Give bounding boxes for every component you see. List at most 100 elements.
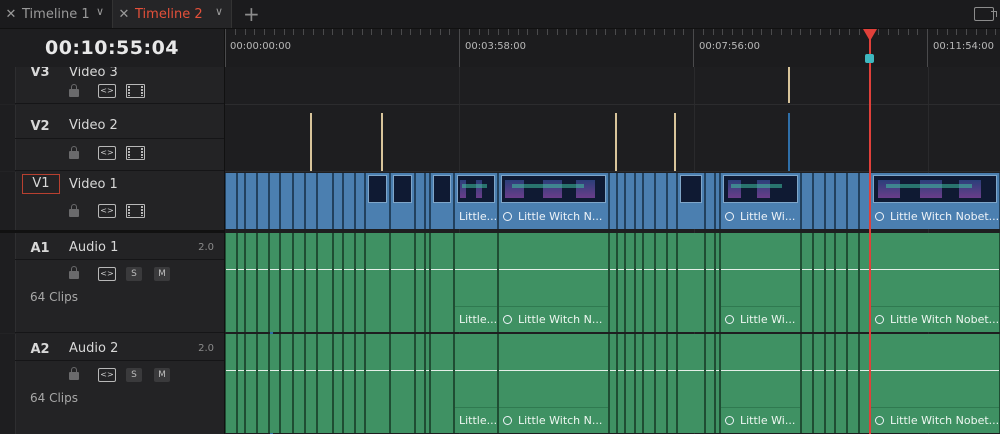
track-header-a2[interactable]: A2 Audio 2 2.0 <> S M 64 Clips — [0, 334, 224, 434]
audio-clip[interactable] — [317, 233, 333, 332]
video-clip[interactable]: Little Witch N... — [498, 173, 609, 229]
audio-clip[interactable] — [825, 334, 835, 433]
video-clip[interactable] — [355, 173, 365, 229]
video-clip[interactable] — [625, 173, 635, 229]
video-clip[interactable] — [677, 173, 705, 229]
close-icon[interactable]: ✕ — [117, 7, 131, 22]
film-icon[interactable] — [126, 146, 145, 160]
audio-clip[interactable] — [430, 334, 454, 433]
audio-clip[interactable] — [343, 334, 355, 433]
video-clip[interactable] — [635, 173, 643, 229]
audio-clip[interactable] — [801, 233, 813, 332]
audio-clip[interactable] — [365, 334, 390, 433]
audio-clip[interactable]: Little... — [454, 334, 498, 433]
video-clip[interactable] — [257, 173, 269, 229]
auto-select-icon[interactable]: <> — [98, 146, 116, 160]
audio-clip[interactable]: Little Witch Nobet... — [870, 334, 1000, 433]
track-name[interactable]: Audio 2 — [69, 341, 118, 356]
audio-clip[interactable] — [655, 233, 667, 332]
video-clip[interactable] — [237, 173, 245, 229]
audio-clip[interactable] — [847, 233, 859, 332]
audio-clip[interactable] — [355, 334, 365, 433]
auto-select-icon[interactable]: <> — [98, 204, 116, 218]
audio-clip[interactable] — [667, 233, 677, 332]
video-clip[interactable] — [801, 173, 813, 229]
audio-clip[interactable] — [617, 334, 625, 433]
tab-timeline-1[interactable]: ✕ Timeline 1 ∨ — [0, 0, 113, 28]
audio-clip[interactable] — [635, 233, 643, 332]
chevron-down-icon[interactable]: ∨ — [96, 5, 104, 18]
video-clip[interactable] — [825, 173, 835, 229]
audio-clip[interactable] — [617, 233, 625, 332]
audio-clip[interactable] — [333, 233, 343, 332]
video-clip[interactable] — [715, 173, 720, 229]
video-clip[interactable] — [245, 173, 257, 229]
audio-clip[interactable] — [343, 233, 355, 332]
audio-clip[interactable] — [225, 233, 237, 332]
video-clip[interactable]: Little Wi... — [720, 173, 801, 229]
video-clip[interactable] — [643, 173, 655, 229]
audio-clip[interactable] — [237, 233, 245, 332]
audio-clip[interactable] — [705, 233, 715, 332]
auto-select-icon[interactable]: <> — [98, 84, 116, 98]
audio-clip[interactable] — [430, 233, 454, 332]
video-clip[interactable] — [835, 173, 847, 229]
audio-clip[interactable]: Little Witch Nobet... — [870, 233, 1000, 332]
audio-clip[interactable] — [280, 334, 293, 433]
audio-clip[interactable]: Little Witch N... — [498, 334, 609, 433]
timecode-display[interactable]: 00:10:55:04 — [0, 37, 224, 59]
video-clip[interactable] — [280, 173, 293, 229]
audio-clip[interactable] — [635, 334, 643, 433]
v2-clip[interactable] — [615, 113, 617, 171]
video-clip[interactable] — [343, 173, 355, 229]
audio-clip[interactable] — [245, 233, 257, 332]
track-header-a1[interactable]: A1 Audio 1 2.0 <> S M 64 Clips — [0, 233, 224, 333]
v2-clip[interactable] — [310, 113, 312, 171]
audio-clip[interactable] — [643, 233, 655, 332]
timeline-marker[interactable] — [865, 54, 874, 63]
audio-clip[interactable] — [609, 334, 617, 433]
audio-clip[interactable] — [245, 334, 257, 433]
audio-clip[interactable] — [643, 334, 655, 433]
audio-clip[interactable] — [677, 233, 705, 332]
video-clip[interactable] — [705, 173, 715, 229]
timeline-options-icon[interactable] — [974, 7, 997, 21]
video-clip[interactable] — [415, 173, 425, 229]
audio-clip[interactable] — [257, 233, 269, 332]
audio-clip[interactable] — [225, 334, 237, 433]
track-name[interactable]: Audio 1 — [69, 240, 118, 255]
audio-clip[interactable] — [333, 334, 343, 433]
solo-button[interactable]: S — [126, 267, 142, 281]
audio-clip[interactable] — [813, 233, 825, 332]
audio-clip[interactable] — [305, 334, 317, 433]
video-clip[interactable] — [655, 173, 667, 229]
timeline-ruler[interactable]: 00:00:00:00 00:03:58:00 00:07:56:00 00:1… — [225, 29, 1000, 68]
audio-clip[interactable] — [355, 233, 365, 332]
playhead-handle[interactable] — [863, 29, 877, 41]
v2-clip[interactable] — [788, 113, 790, 171]
video-clip[interactable] — [269, 173, 280, 229]
video-clip[interactable] — [813, 173, 825, 229]
track-header-v2[interactable]: V2 Video 2 <> — [0, 105, 224, 171]
solo-button[interactable]: S — [126, 368, 142, 382]
video-clip[interactable] — [847, 173, 859, 229]
audio-clip[interactable] — [609, 233, 617, 332]
audio-clip[interactable] — [813, 334, 825, 433]
video-clip[interactable]: Little Witch Nobet... — [870, 173, 1000, 229]
v2-clip[interactable] — [381, 113, 383, 171]
video-clip[interactable] — [317, 173, 333, 229]
audio-clip[interactable]: Little Wi... — [720, 334, 801, 433]
track-name[interactable]: Video 3 — [69, 67, 118, 80]
v3-clip[interactable] — [788, 67, 790, 103]
auto-select-icon[interactable]: <> — [98, 267, 116, 281]
video-clip[interactable]: Little... — [454, 173, 498, 229]
audio-clip[interactable] — [257, 334, 269, 433]
track-name[interactable]: Video 2 — [69, 118, 118, 133]
video-clip[interactable] — [609, 173, 617, 229]
audio-clip[interactable] — [705, 334, 715, 433]
audio-clip[interactable] — [390, 233, 415, 332]
audio-clip[interactable] — [835, 334, 847, 433]
film-icon[interactable] — [126, 84, 145, 98]
v2-clip[interactable] — [674, 113, 676, 171]
audio-clip[interactable] — [415, 334, 425, 433]
